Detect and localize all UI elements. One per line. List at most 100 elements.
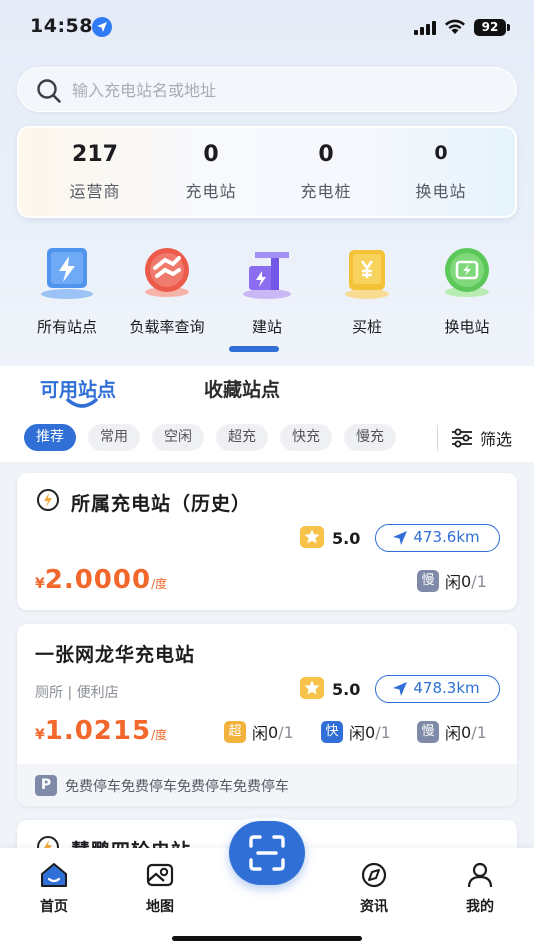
build-station-icon: [235, 244, 299, 300]
idle-label: 闲: [252, 724, 269, 743]
filter-sliders-icon: [452, 428, 472, 448]
super-badge: 超: [224, 721, 246, 743]
idle-count: 0: [461, 722, 472, 742]
scan-icon: [249, 835, 285, 871]
rating-value: 5.0: [332, 529, 361, 548]
quick-entry-label: 负载率查询: [129, 318, 205, 336]
star-icon: [300, 677, 324, 699]
nav-label: 首页: [40, 899, 68, 915]
price-unit: /度: [151, 728, 168, 742]
nav-map[interactable]: 地图: [130, 862, 190, 916]
stat-label: 换电站: [415, 182, 467, 201]
fast-charger-count: 快 闲 0/1: [321, 721, 391, 743]
chip-common[interactable]: 常用: [88, 424, 140, 451]
fast-badge: 快: [321, 721, 343, 743]
stat-value: 0: [434, 142, 448, 164]
location-arrow-icon: [92, 17, 112, 37]
idle-count: 0: [461, 571, 472, 591]
home-indicator: [172, 936, 362, 941]
quick-entry-buy-pile[interactable]: 买桩: [312, 244, 422, 337]
parking-icon: P: [35, 775, 57, 796]
price-value: 2.0000: [44, 565, 152, 595]
slow-charger-count: 慢 闲 0/1: [417, 570, 487, 592]
profile-icon: [467, 862, 493, 888]
tab-active-underline: [66, 398, 98, 408]
nav-label: 资讯: [360, 899, 388, 915]
distance-value: 473.6km: [413, 528, 480, 546]
quick-entry-page-indicator: [229, 346, 279, 352]
chip-recommend[interactable]: 推荐: [24, 424, 76, 451]
price: ¥2.0000/度: [35, 565, 167, 595]
station-amenities: 厕所 | 便利店: [35, 685, 119, 701]
nav-profile[interactable]: 我的: [450, 862, 510, 916]
stat-swap-stations[interactable]: 0 换电站: [383, 142, 499, 202]
navigation-arrow-icon: [393, 682, 407, 696]
distance-button[interactable]: 473.6km: [375, 524, 500, 552]
quick-entry-build-station[interactable]: 建站: [212, 244, 322, 337]
distance-button[interactable]: 478.3km: [375, 675, 500, 703]
map-icon: [146, 863, 174, 887]
total-count: /1: [471, 571, 487, 591]
battery-level: 92: [474, 19, 506, 36]
parking-info: P 免费停车免费停车免费停车免费停车: [17, 764, 517, 806]
total-count: /1: [375, 722, 391, 742]
scan-button[interactable]: [229, 821, 305, 885]
total-count: /1: [278, 722, 294, 742]
price-unit: /度: [151, 577, 168, 591]
stats-card: 217 运营商 0 充电站 0 充电桩 0 换电站: [17, 126, 517, 218]
price-currency: ¥: [35, 727, 45, 743]
chip-slow-charge[interactable]: 慢充: [344, 424, 396, 451]
search-input[interactable]: [72, 77, 492, 103]
slow-badge: 慢: [417, 721, 439, 743]
load-rate-icon: [135, 244, 199, 300]
stat-piles[interactable]: 0 充电桩: [268, 142, 384, 202]
super-charger-count: 超 闲 0/1: [224, 721, 294, 743]
parking-text: 免费停车免费停车免费停车免费停车: [65, 779, 289, 795]
chip-fast-charge[interactable]: 快充: [280, 424, 332, 451]
station-card[interactable]: 所属充电站（历史） 5.0 473.6km ¥2.0000/度 慢 闲 0/1: [17, 473, 517, 610]
divider: [437, 425, 438, 451]
idle-count: 0: [365, 722, 376, 742]
quick-entry-label: 买桩: [351, 318, 382, 336]
navigation-arrow-icon: [393, 531, 407, 545]
filter-chips: 推荐 常用 空闲 超充 快充 慢充: [24, 424, 436, 452]
quick-entry-load-rate[interactable]: 负载率查询: [112, 244, 222, 337]
price: ¥1.0215/度: [35, 716, 167, 746]
quick-entry-battery-swap[interactable]: 换电站: [412, 244, 522, 337]
chip-super-charge[interactable]: 超充: [216, 424, 268, 451]
filter-button[interactable]: 筛选: [450, 427, 512, 449]
station-name: 所属充电站（历史）: [71, 493, 252, 515]
price-currency: ¥: [35, 576, 45, 592]
stat-label: 运营商: [69, 182, 121, 201]
stat-operators[interactable]: 217 运营商: [37, 142, 153, 202]
total-count: /1: [471, 722, 487, 742]
slow-charger-count: 慢 闲 0/1: [417, 721, 487, 743]
idle-label: 闲: [445, 573, 462, 592]
nav-news[interactable]: 资讯: [344, 862, 404, 916]
station-card[interactable]: 一张网龙华充电站 厕所 | 便利店 5.0 478.3km ¥1.0215/度 …: [17, 624, 517, 806]
cellular-signal-icon: [414, 21, 438, 35]
stat-stations[interactable]: 0 充电站: [153, 142, 269, 202]
price-value: 1.0215: [44, 716, 152, 746]
nav-label: 地图: [146, 899, 174, 915]
distance-value: 478.3km: [413, 679, 480, 697]
idle-label: 闲: [349, 724, 366, 743]
quick-entry-label: 换电站: [444, 318, 490, 336]
nav-label: 我的: [466, 899, 494, 915]
quick-entry-label: 建站: [251, 318, 282, 336]
all-stations-icon: [35, 244, 99, 300]
star-icon: [300, 526, 324, 548]
home-icon: [41, 863, 67, 887]
chip-idle[interactable]: 空闲: [152, 424, 204, 451]
quick-entry-label: 所有站点: [36, 318, 97, 336]
idle-label: 闲: [445, 724, 462, 743]
lightning-icon: [37, 489, 59, 511]
nav-home[interactable]: 首页: [24, 862, 84, 916]
search-icon: [37, 79, 61, 103]
tab-favorite-stations[interactable]: 收藏站点: [204, 375, 280, 402]
stat-label: 充电桩: [300, 182, 352, 201]
stat-value: 217: [72, 142, 118, 167]
quick-entry-all-stations[interactable]: 所有站点: [12, 244, 122, 337]
search-bar[interactable]: [17, 67, 517, 112]
status-time: 14:58: [30, 15, 93, 37]
